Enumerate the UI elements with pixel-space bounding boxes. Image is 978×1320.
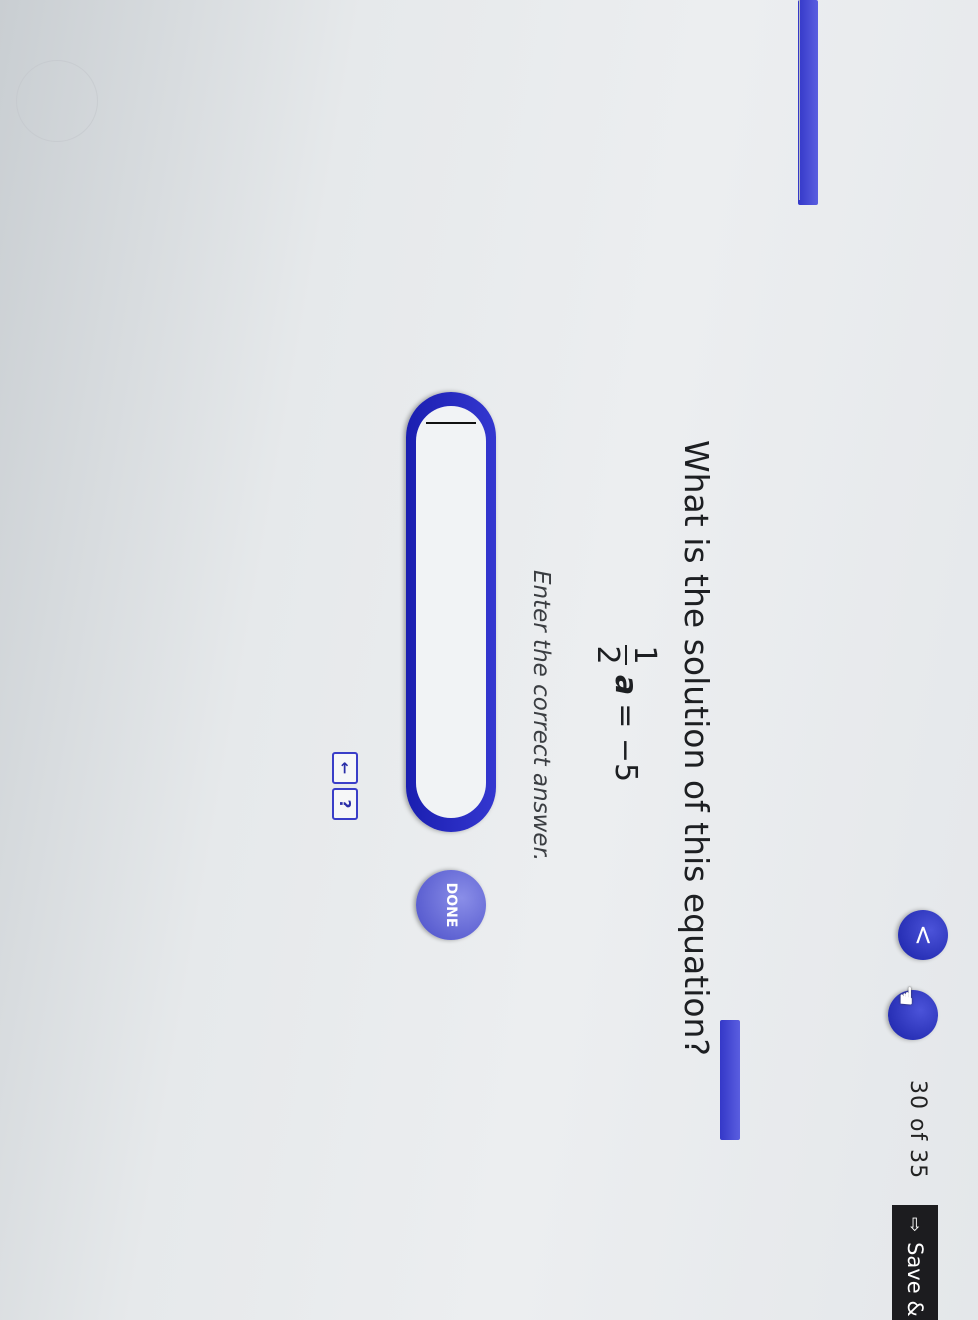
- back-button[interactable]: <: [898, 910, 948, 960]
- backspace-key[interactable]: ←: [332, 752, 358, 784]
- top-divider: [799, 0, 800, 200]
- fraction-bar: [625, 645, 628, 665]
- chevron-left-icon: <: [908, 924, 938, 946]
- answer-instruction: Enter the correct answer.: [528, 570, 554, 862]
- done-button[interactable]: DONE: [416, 870, 486, 940]
- hand-pointer-icon: ☚: [892, 985, 920, 1007]
- arrow-left-icon: ←: [336, 761, 354, 775]
- text-caret: [426, 422, 476, 424]
- answer-field-frame: [406, 392, 496, 832]
- rotated-stage: < ☚ 30 of 35 ⇨ Save & What is the soluti…: [0, 0, 978, 1320]
- answer-input[interactable]: [416, 406, 486, 818]
- save-exit-icon: ⇨: [904, 1217, 926, 1233]
- help-key[interactable]: ?: [332, 788, 358, 820]
- top-accent-band: [798, 0, 818, 205]
- bottom-accent-band: [720, 1020, 740, 1140]
- question-progress: 30 of 35: [905, 1080, 930, 1180]
- background-decoration: [16, 60, 98, 142]
- fraction: 1 2: [590, 645, 662, 665]
- question-mark-icon: ?: [336, 799, 354, 809]
- equation: 1 2 a = −5: [590, 645, 662, 783]
- question-prompt: What is the solution of this equation?: [677, 440, 716, 1056]
- save-button[interactable]: ⇨ Save &: [892, 1205, 938, 1320]
- fraction-numerator: 1: [627, 645, 662, 665]
- save-button-label: Save &: [903, 1242, 927, 1317]
- fraction-denominator: 2: [590, 645, 626, 665]
- screen: < ☚ 30 of 35 ⇨ Save & What is the soluti…: [0, 0, 978, 1320]
- equation-rhs: = −5: [608, 703, 644, 783]
- equation-variable: a: [608, 675, 644, 696]
